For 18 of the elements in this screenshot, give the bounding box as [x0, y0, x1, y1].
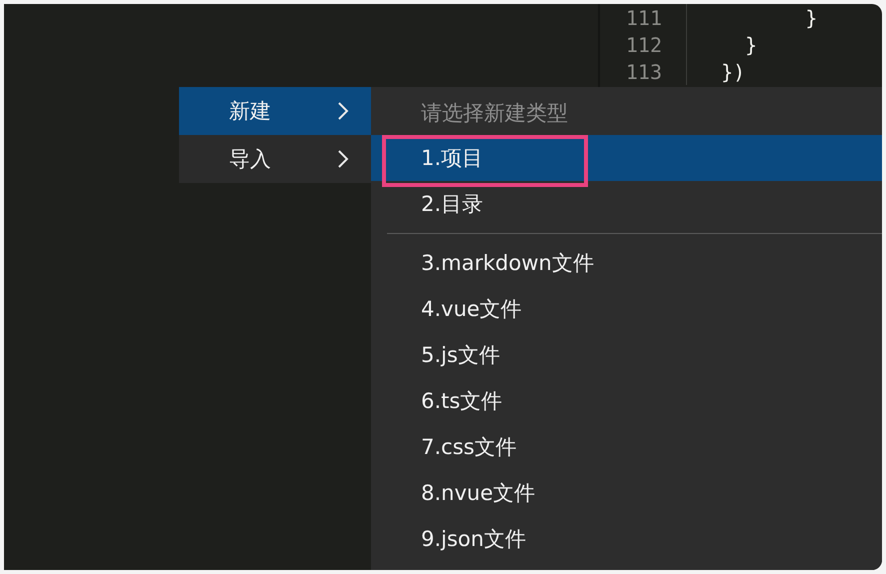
submenu-item[interactable]: 9.json文件 [371, 516, 882, 562]
menu-item[interactable]: 新建 [179, 87, 371, 135]
line-number: 111 [624, 6, 662, 30]
submenu-item[interactable]: 7.css文件 [371, 424, 882, 470]
submenu-item[interactable]: 1.项目 [371, 135, 882, 181]
line-number: 113 [624, 60, 662, 84]
code-line: } [804, 6, 818, 30]
code-line: }) [720, 60, 746, 84]
code-line: } [744, 32, 758, 56]
submenu-item[interactable]: 5.js文件 [371, 332, 882, 378]
submenu-title: 请选择新建类型 [420, 100, 569, 127]
line-number: 112 [624, 32, 662, 56]
submenu-item[interactable]: 8.nvue文件 [371, 470, 882, 516]
menu-item[interactable]: 导入 [179, 135, 371, 183]
submenu-item[interactable]: 3.markdown文件 [371, 240, 882, 286]
submenu-item[interactable]: 4.vue文件 [371, 286, 882, 332]
submenu-item[interactable]: 2.目录 [371, 181, 882, 227]
submenu-item[interactable]: 6.ts文件 [371, 378, 882, 424]
